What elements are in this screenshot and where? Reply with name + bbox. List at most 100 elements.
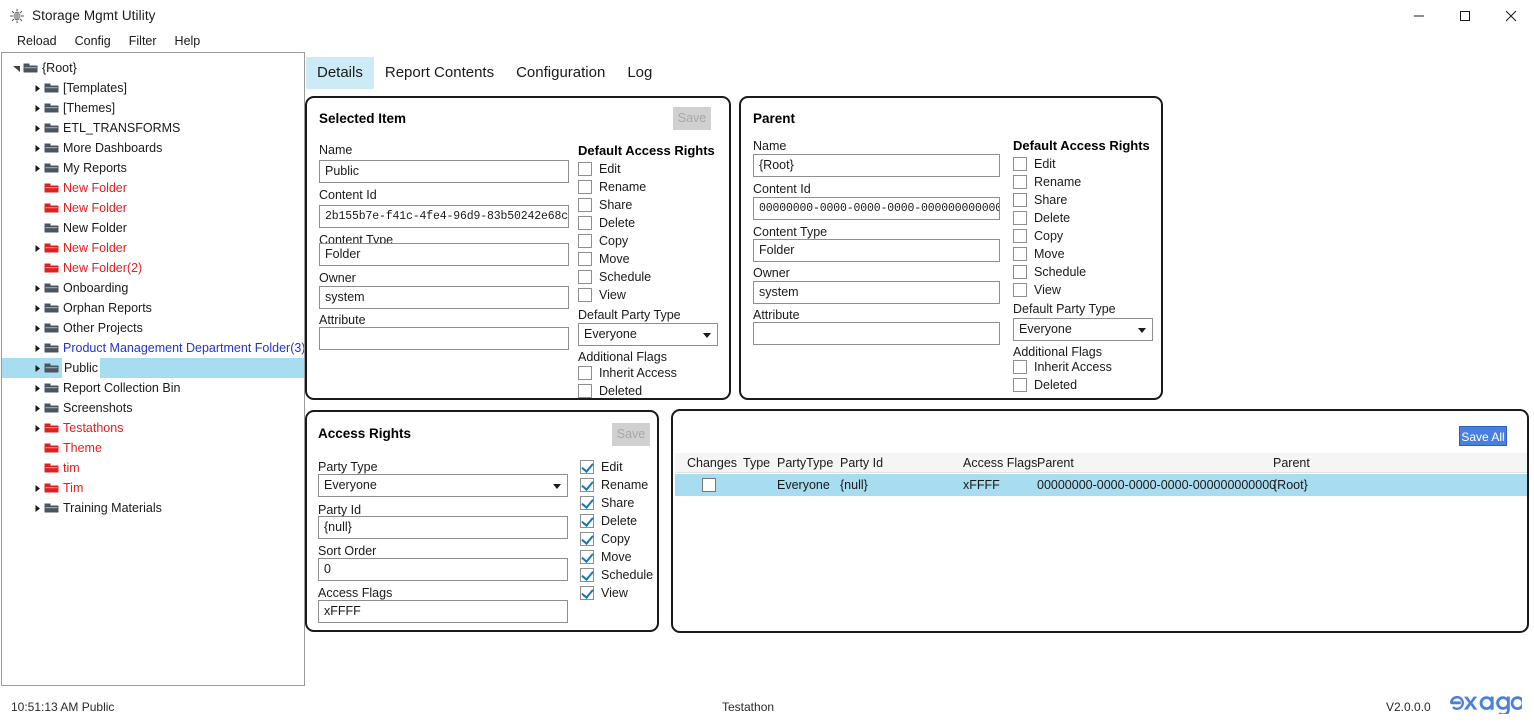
- checkbox-icon[interactable]: [580, 478, 594, 492]
- chevron-right-icon[interactable]: [31, 98, 44, 118]
- tree-item-etl-transforms[interactable]: ETL_TRANSFORMS: [2, 118, 304, 138]
- chevron-right-icon[interactable]: [31, 498, 44, 518]
- selected-item-right-share[interactable]: Share: [578, 196, 632, 214]
- parent-right-view[interactable]: View: [1013, 281, 1061, 299]
- checkbox-icon[interactable]: [578, 234, 592, 248]
- tree-item-tim[interactable]: tim: [2, 458, 304, 478]
- selected-item-right-copy[interactable]: Copy: [578, 232, 628, 250]
- tree-item-more-dashboards[interactable]: More Dashboards: [2, 138, 304, 158]
- tab-report-contents[interactable]: Report Contents: [374, 57, 505, 89]
- access-rights-right-copy[interactable]: Copy: [580, 530, 630, 548]
- selected-item-name-input[interactable]: Public: [319, 160, 569, 183]
- tree-item-templates[interactable]: [Templates]: [2, 78, 304, 98]
- menu-item-filter[interactable]: Filter: [120, 31, 166, 51]
- parent-content-type-input[interactable]: Folder: [753, 239, 1000, 262]
- checkbox-icon[interactable]: [1013, 157, 1027, 171]
- chevron-right-icon[interactable]: [31, 358, 44, 378]
- selected-item-flag-inherit-access[interactable]: Inherit Access: [578, 364, 677, 382]
- parent-right-delete[interactable]: Delete: [1013, 209, 1070, 227]
- access-rights-access-flags-input[interactable]: xFFFF: [318, 600, 568, 623]
- chevron-right-icon[interactable]: [31, 378, 44, 398]
- access-rights-right-delete[interactable]: Delete: [580, 512, 637, 530]
- parent-name-input[interactable]: {Root}: [753, 154, 1000, 177]
- chevron-right-icon[interactable]: [31, 298, 44, 318]
- menu-item-reload[interactable]: Reload: [8, 31, 66, 51]
- parent-right-rename[interactable]: Rename: [1013, 173, 1081, 191]
- parent-owner-input[interactable]: system: [753, 281, 1000, 304]
- selected-item-right-view[interactable]: View: [578, 286, 626, 304]
- checkbox-icon[interactable]: [580, 514, 594, 528]
- chevron-right-icon[interactable]: [31, 78, 44, 98]
- checkbox-icon[interactable]: [578, 162, 592, 176]
- tree-item-other-projects[interactable]: Other Projects: [2, 318, 304, 338]
- tree-item-tim[interactable]: Tim: [2, 478, 304, 498]
- tree-item-onboarding[interactable]: Onboarding: [2, 278, 304, 298]
- selected-item-right-move[interactable]: Move: [578, 250, 630, 268]
- grid-column-partytype[interactable]: PartyType: [777, 453, 833, 473]
- access-rights-party-type-select[interactable]: Everyone: [318, 474, 568, 497]
- checkbox-icon[interactable]: [1013, 193, 1027, 207]
- chevron-right-icon[interactable]: [31, 138, 44, 158]
- grid-column-changes[interactable]: Changes: [687, 453, 737, 473]
- checkbox-icon[interactable]: [578, 384, 592, 398]
- grid-column-parent-name[interactable]: Parent: [1273, 453, 1310, 473]
- checkbox-icon[interactable]: [580, 532, 594, 546]
- tree-item-public[interactable]: Public: [2, 357, 304, 379]
- chevron-right-icon[interactable]: [31, 238, 44, 258]
- chevron-right-icon[interactable]: [31, 478, 44, 498]
- parent-right-move[interactable]: Move: [1013, 245, 1065, 263]
- checkbox-icon[interactable]: [1013, 265, 1027, 279]
- checkbox-icon[interactable]: [1013, 229, 1027, 243]
- selected-item-right-delete[interactable]: Delete: [578, 214, 635, 232]
- grid-column-party-id[interactable]: Party Id: [840, 453, 883, 473]
- maximize-button[interactable]: [1442, 0, 1488, 31]
- chevron-right-icon[interactable]: [31, 278, 44, 298]
- tree-item-screenshots[interactable]: Screenshots: [2, 398, 304, 418]
- access-rights-right-rename[interactable]: Rename: [580, 476, 648, 494]
- row-changes-checkbox[interactable]: [702, 478, 716, 492]
- access-rights-right-move[interactable]: Move: [580, 548, 632, 566]
- checkbox-icon[interactable]: [1013, 175, 1027, 189]
- parent-party-type-select[interactable]: Everyone: [1013, 318, 1153, 341]
- checkbox-icon[interactable]: [1013, 211, 1027, 225]
- chevron-right-icon[interactable]: [31, 338, 44, 358]
- selected-item-content-type-input[interactable]: Folder: [319, 243, 569, 266]
- checkbox-icon[interactable]: [578, 366, 592, 380]
- save-all-button[interactable]: Save All: [1459, 426, 1507, 446]
- parent-right-edit[interactable]: Edit: [1013, 155, 1056, 173]
- checkbox-icon[interactable]: [1013, 283, 1027, 297]
- access-rights-sort-order-input[interactable]: 0: [318, 558, 568, 581]
- tab-configuration[interactable]: Configuration: [505, 57, 616, 89]
- grid-column-parent-id[interactable]: Parent: [1037, 453, 1074, 473]
- tree-item-new-folder[interactable]: New Folder: [2, 198, 304, 218]
- tree-item-orphan-reports[interactable]: Orphan Reports: [2, 298, 304, 318]
- parent-right-copy[interactable]: Copy: [1013, 227, 1063, 245]
- checkbox-icon[interactable]: [578, 288, 592, 302]
- parent-flag-deleted[interactable]: Deleted: [1013, 376, 1077, 394]
- selected-item-save-button[interactable]: Save: [673, 107, 711, 130]
- tree-item-theme[interactable]: Theme: [2, 438, 304, 458]
- checkbox-icon[interactable]: [580, 586, 594, 600]
- access-rights-save-button[interactable]: Save: [612, 423, 650, 446]
- tree-item-new-folder-2[interactable]: New Folder(2): [2, 258, 304, 278]
- checkbox-icon[interactable]: [578, 180, 592, 194]
- minimize-button[interactable]: [1396, 0, 1442, 31]
- chevron-right-icon[interactable]: [31, 418, 44, 438]
- tree-item-training-materials[interactable]: Training Materials: [2, 498, 304, 518]
- content-tree-panel[interactable]: {Root} [Templates] [Themes] ETL_TRANSFORMS M…: [1, 52, 305, 686]
- checkbox-icon[interactable]: [580, 568, 594, 582]
- access-rights-party-id-input[interactable]: {null}: [318, 516, 568, 539]
- access-rights-right-schedule[interactable]: Schedule: [580, 566, 653, 584]
- close-button[interactable]: [1488, 0, 1534, 31]
- parent-right-schedule[interactable]: Schedule: [1013, 263, 1086, 281]
- selected-item-right-rename[interactable]: Rename: [578, 178, 646, 196]
- checkbox-icon[interactable]: [578, 252, 592, 266]
- selected-item-flag-deleted[interactable]: Deleted: [578, 382, 642, 400]
- grid-column-type[interactable]: Type: [743, 453, 770, 473]
- parent-attribute-input[interactable]: [753, 322, 1000, 345]
- selected-item-party-type-select[interactable]: Everyone: [578, 323, 718, 346]
- checkbox-icon[interactable]: [578, 270, 592, 284]
- checkbox-icon[interactable]: [580, 460, 594, 474]
- tree-item-new-folder[interactable]: New Folder: [2, 238, 304, 258]
- checkbox-icon[interactable]: [578, 216, 592, 230]
